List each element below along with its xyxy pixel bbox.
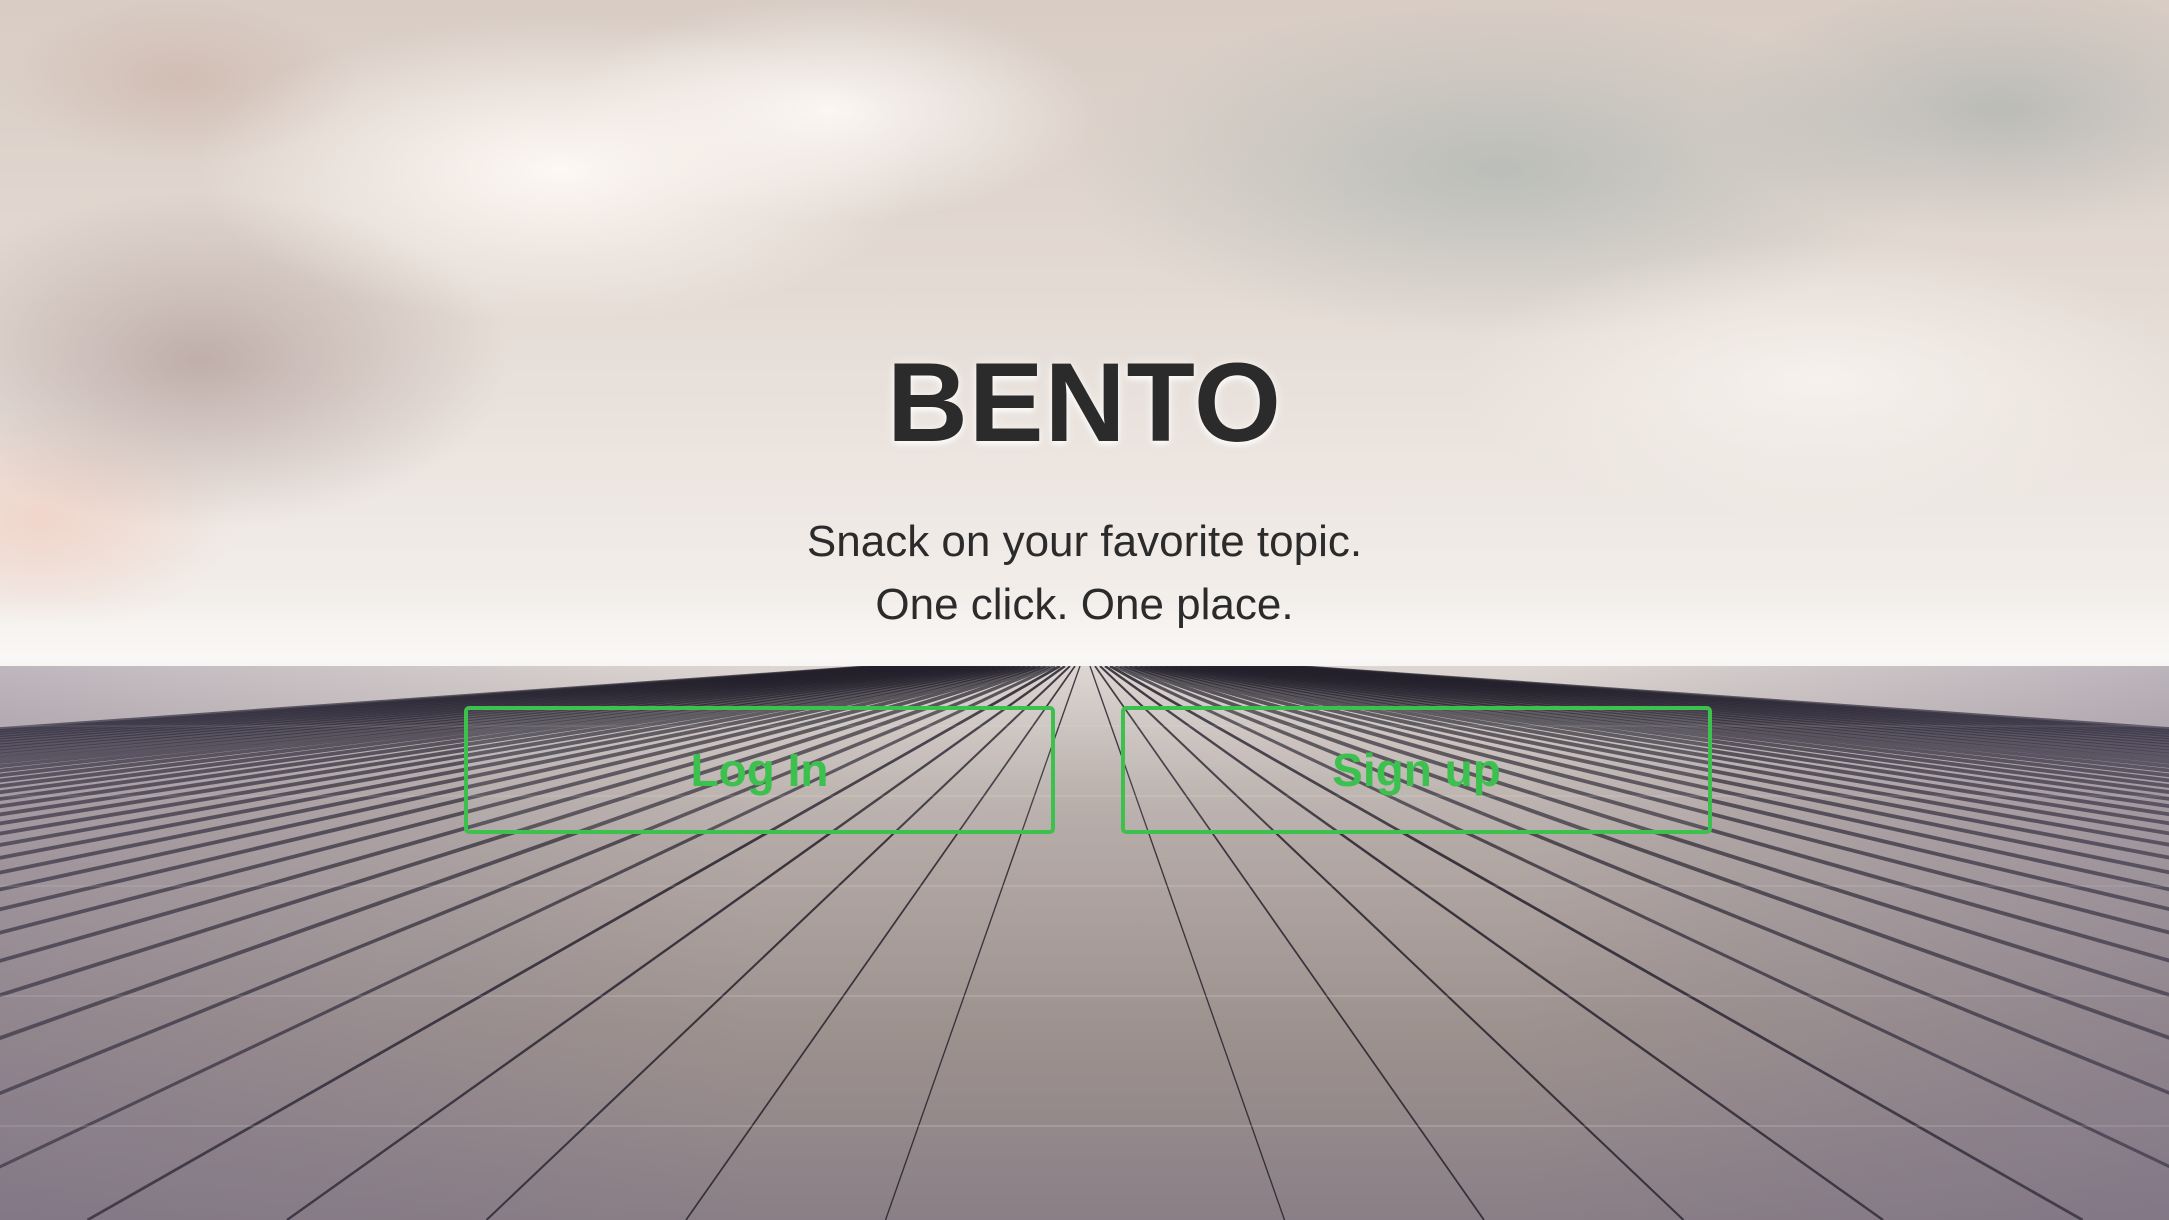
login-button[interactable]: Log In: [464, 706, 1055, 834]
tagline-line-1: Snack on your favorite topic.: [806, 517, 1363, 566]
signup-button[interactable]: Sign up: [1121, 706, 1712, 834]
hero-section: BENTO Snack on your favorite topic. One …: [0, 0, 2169, 1220]
tagline-line-2: One click. One place.: [875, 580, 1294, 629]
wooden-deck-background: [0, 666, 2169, 1220]
app-title: BENTO: [887, 340, 1282, 465]
